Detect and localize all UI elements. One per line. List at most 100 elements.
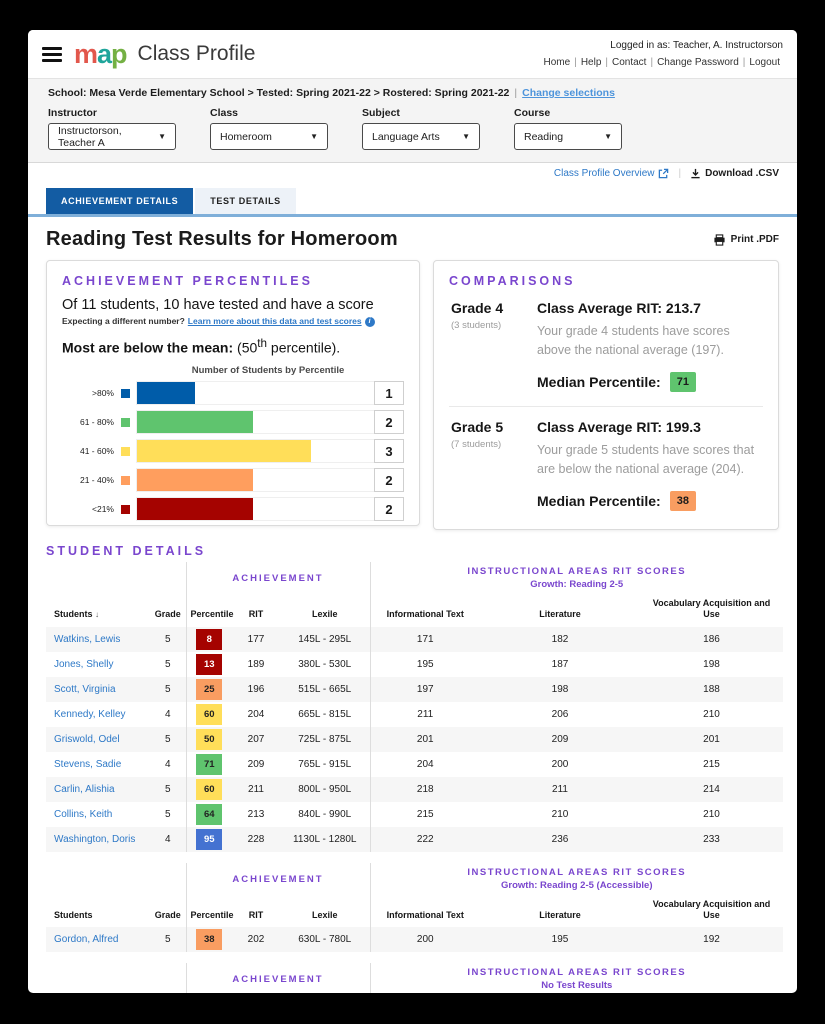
percentile-cell: 13 — [185, 651, 232, 677]
sort-descending-icon[interactable]: ↓ — [95, 610, 99, 619]
subject-select[interactable]: Language Arts ▼ — [362, 123, 480, 150]
col-percentile: Percentile — [185, 594, 234, 627]
learn-more-link[interactable]: Learn more about this data and test scor… — [188, 316, 362, 326]
grade-label: Grade 4 — [451, 300, 504, 316]
grade-description: Your grade 5 students have scores that a… — [537, 442, 755, 477]
breadcrumb: School: Mesa Verde Elementary School > T… — [48, 87, 615, 99]
student-link[interactable]: Kennedy, Kelley — [54, 709, 126, 720]
student-link[interactable]: Washington, Doris — [54, 834, 135, 845]
download-csv-button[interactable]: Download .CSV — [690, 168, 779, 179]
nav-home[interactable]: Home — [541, 57, 574, 68]
chart-bar — [137, 382, 195, 405]
percentile-cell: 95 — [185, 826, 232, 852]
change-selections-link[interactable]: Change selections — [522, 87, 615, 99]
percentile-badge: 25 — [196, 678, 223, 700]
student-link[interactable]: Scott, Virginia — [54, 684, 116, 695]
percentile-badge: 60 — [196, 778, 223, 800]
grade-count: (3 students) — [451, 320, 502, 331]
nav-logout[interactable]: Logout — [746, 57, 783, 68]
col-lexile: Lexile — [311, 909, 338, 920]
student-link[interactable]: Stevens, Sadie — [54, 759, 121, 770]
literature-cell: 209 — [480, 726, 640, 752]
chevron-down-icon: ▼ — [158, 132, 166, 141]
grade-label: Grade 5 — [451, 418, 504, 435]
app-title: Class Profile — [137, 42, 256, 65]
informational-text-cell: 201 — [369, 726, 480, 752]
comparison-grade-4: Grade 4 (3 students) Class Average RIT: … — [449, 288, 763, 406]
nav-contact[interactable]: Contact — [609, 57, 649, 68]
col-rit: RIT — [248, 909, 264, 920]
lexile-cell: 800L - 950L — [280, 776, 370, 802]
instructor-select[interactable]: Instructorson, Teacher A ▼ — [48, 123, 176, 150]
comparisons-heading: COMPARISONS — [449, 274, 576, 288]
student-link[interactable]: Collins, Keith — [54, 809, 112, 820]
percentile-cell: 50 — [185, 726, 232, 752]
legend-swatch-icon — [121, 446, 130, 456]
col-rit: RIT — [248, 609, 264, 620]
tab-achievement-details[interactable]: ACHIEVEMENT DETAILS — [46, 188, 194, 214]
nav-help[interactable]: Help — [578, 57, 605, 68]
chevron-down-icon: ▼ — [310, 132, 318, 141]
vocabulary-cell: 198 — [703, 658, 720, 670]
course-select[interactable]: Reading ▼ — [514, 123, 622, 150]
tabs-row: Class Profile Overview | Download .CSV A… — [28, 163, 797, 217]
table-row: Scott, Virginia 5 25 196 515L - 665L 197 198 18… — [46, 676, 784, 702]
student-link[interactable]: Carlin, Alishia — [54, 784, 115, 795]
grade-count: (7 students) — [451, 438, 502, 450]
informational-text-cell: 171 — [369, 626, 480, 652]
percentile-badge: 50 — [196, 728, 223, 750]
student-link[interactable]: Griswold, Odel — [54, 734, 120, 745]
median-percentile-row: Median Percentile: 71 — [537, 371, 761, 392]
literature-cell: 198 — [480, 676, 640, 702]
col-students[interactable]: Students ↓ — [46, 594, 150, 627]
lexile-cell: 840L - 990L — [298, 808, 352, 820]
class-profile-overview-link[interactable]: Class Profile Overview — [554, 168, 670, 179]
rit-cell: 213 — [247, 808, 265, 820]
lexile-cell: 630L - 780L — [280, 927, 370, 952]
tab-test-details[interactable]: TEST DETAILS — [195, 188, 296, 214]
chart-value-label: 1 — [374, 381, 404, 406]
table-row: Stevens, Sadie 4 71 209 765L - 915L 204 200 215 — [46, 751, 783, 777]
percentile-cell: 8 — [185, 626, 232, 652]
literature-cell: 236 — [480, 826, 640, 852]
percentile-badge: 38 — [196, 929, 223, 950]
student-table: ACHIEVEMENT INSTRUCTIONAL AREAS RIT SCORE… — [46, 862, 784, 952]
informational-text-cell: 200 — [369, 927, 480, 952]
chart-category-label: 41 - 60% — [79, 446, 114, 457]
info-icon[interactable]: i — [364, 316, 375, 327]
download-icon — [690, 168, 701, 179]
comparison-grade-5: Grade 5 (7 students) Class Average RIT: … — [449, 405, 763, 525]
hamburger-menu-icon[interactable] — [42, 46, 62, 62]
literature-cell: 182 — [480, 626, 640, 652]
ia-header-title: INSTRUCTIONAL AREAS RIT SCORES — [467, 566, 687, 577]
nav-change-password[interactable]: Change Password — [654, 57, 742, 68]
filters-row: Instructor Instructorson, Teacher A ▼ Cla… — [48, 107, 777, 150]
class-select[interactable]: Homeroom ▼ — [210, 123, 328, 150]
table-row: Griswold, Odel 5 50 207 725L - 875L 201 209 201 — [46, 726, 784, 752]
student-link[interactable]: Jones, Shelly — [54, 659, 113, 670]
filter-class: Class Homeroom ▼ — [210, 107, 328, 150]
print-pdf-button[interactable]: Print .PDF — [713, 233, 779, 246]
lexile-cell: 380L - 530L — [298, 658, 352, 670]
chart-bar-row: 61 - 80% 2 — [62, 410, 404, 435]
grade-description: Your grade 4 students have scores above … — [537, 324, 730, 358]
achievement-group-header: ACHIEVEMENT — [185, 963, 370, 993]
percentile-cell: 25 — [185, 676, 232, 702]
vocabulary-cell: 210 — [703, 708, 720, 720]
chart-bar-row: <21% 2 — [62, 497, 404, 522]
col-informational-text: Informational Text — [369, 594, 480, 627]
student-link[interactable]: Gordon, Alfred — [54, 934, 118, 945]
table-row: Washington, Doris 4 95 228 1130L - 1280L 222 2… — [46, 826, 784, 852]
chart-bar-row: >80% 1 — [62, 381, 404, 406]
account-area: Logged in as: Teacher, A. Instructorson … — [541, 40, 783, 68]
grade-cell: 4 — [150, 826, 186, 852]
chart-bar — [137, 411, 253, 434]
student-link[interactable]: Watkins, Lewis — [54, 634, 120, 645]
tested-summary: Of 11 students, 10 have tested and have … — [62, 297, 374, 313]
toolbar-separator: | — [678, 168, 682, 179]
percentile-cell: 38 — [185, 927, 232, 952]
filter-instructor: Instructor Instructorson, Teacher A ▼ — [48, 107, 176, 150]
percentile-cell: 64 — [185, 801, 232, 827]
legend-swatch-icon — [121, 504, 130, 514]
percentile-badge: 13 — [196, 653, 223, 675]
